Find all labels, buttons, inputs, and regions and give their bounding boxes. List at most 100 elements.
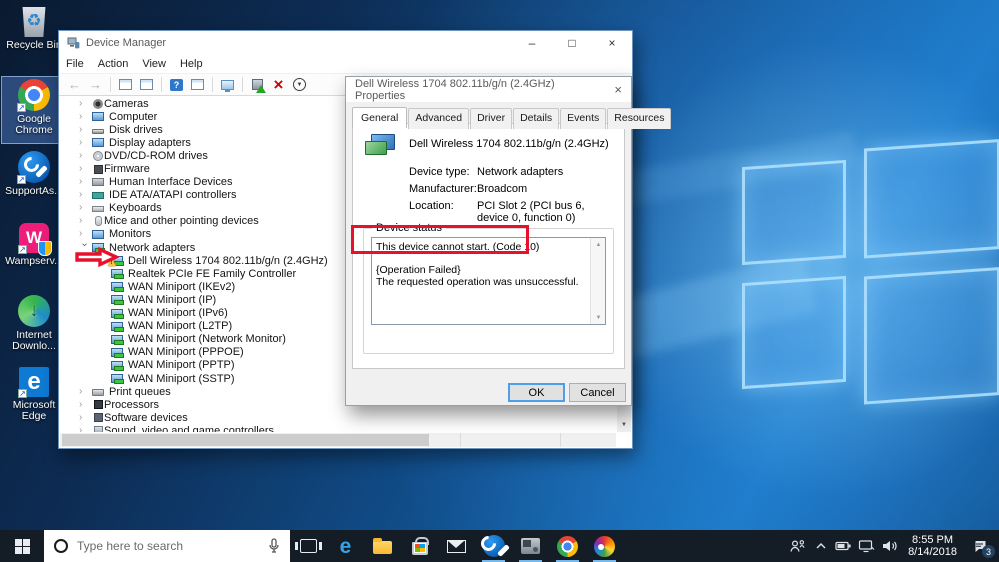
forward-toolbar-icon[interactable] — [87, 76, 104, 93]
chevron-collapsed-icon[interactable]: › — [79, 164, 92, 174]
tab-resources[interactable]: Resources — [607, 108, 672, 129]
desktop-icon-supportas[interactable]: ↗ SupportAs... — [2, 149, 66, 215]
dvd-device-icon — [93, 150, 103, 161]
menu-item-action[interactable]: Action — [98, 56, 137, 72]
chevron-collapsed-icon[interactable]: › — [79, 425, 92, 432]
title-bar[interactable]: Device Manager – □ × — [59, 31, 632, 55]
shortcut-arrow-icon: ↗ — [18, 389, 27, 398]
chevron-collapsed-icon[interactable]: › — [79, 229, 92, 239]
chevron-collapsed-icon[interactable]: › — [79, 216, 92, 226]
scroll-down-icon[interactable]: ▼ — [591, 311, 606, 324]
chevron-collapsed-icon[interactable]: › — [79, 412, 92, 423]
taskbar-store-button[interactable] — [401, 530, 438, 562]
tab-details[interactable]: Details — [513, 108, 560, 129]
window-title: Device Manager — [86, 37, 167, 49]
taskbar-chrome-button[interactable] — [549, 530, 586, 562]
tree-item-label: Cameras — [104, 97, 149, 110]
taskbar-edge-button[interactable]: e — [327, 530, 364, 562]
taskbar-supportassist-button[interactable] — [475, 530, 512, 562]
chevron-collapsed-icon[interactable]: › — [79, 150, 92, 161]
desktop-icon-label: Microsoft Edge — [12, 399, 56, 422]
menu-bar: File Action View Help — [59, 55, 632, 73]
tab-advanced[interactable]: Advanced — [408, 108, 470, 129]
help-toolbar-icon[interactable] — [168, 76, 185, 93]
chevron-collapsed-icon[interactable]: › — [79, 203, 92, 213]
taskbar-task-view-button[interactable] — [290, 530, 327, 562]
tab-events[interactable]: Events — [560, 108, 607, 129]
uninstall-toolbar-icon[interactable] — [270, 76, 287, 93]
field-label: Device type: — [409, 166, 470, 178]
menu-item-help[interactable]: Help — [180, 56, 211, 72]
firmware-device-icon — [93, 164, 103, 174]
tab-driver[interactable]: Driver — [470, 108, 513, 129]
chevron-collapsed-icon[interactable]: › — [79, 399, 92, 410]
taskbar-mail-button[interactable] — [438, 530, 475, 562]
tree-item-software-devices[interactable]: › Software devices — [59, 411, 617, 424]
scan-toolbar-icon[interactable] — [219, 76, 236, 93]
tree-item-label: WAN Miniport (L2TP) — [128, 320, 233, 333]
desktop-icon-wampserv[interactable]: ↗Wampserv... — [2, 221, 66, 287]
toolbar-separator — [212, 77, 213, 92]
status-scrollbar[interactable]: ▲ ▼ — [590, 238, 605, 324]
net-device-icon — [111, 282, 124, 293]
maximize-button[interactable]: □ — [552, 31, 592, 55]
dialog-title-bar[interactable]: Dell Wireless 1704 802.11b/g/n (2.4GHz) … — [346, 77, 631, 102]
chevron-collapsed-icon[interactable]: › — [79, 177, 92, 187]
menu-item-view[interactable]: View — [142, 56, 174, 72]
chevron-collapsed-icon[interactable]: › — [79, 124, 92, 135]
microphone-icon[interactable] — [268, 538, 280, 554]
mouse-device-icon — [94, 216, 102, 227]
desktop-icon-label: Internet Downlo... — [12, 329, 56, 352]
volume-icon[interactable] — [878, 530, 901, 562]
supportassist-icon — [482, 535, 505, 557]
dialog-close-icon[interactable]: × — [604, 82, 622, 97]
chevron-collapsed-icon[interactable]: › — [79, 386, 92, 397]
battery-icon[interactable] — [832, 530, 855, 562]
shortcut-arrow-icon: ↗ — [17, 103, 26, 112]
net-device-icon — [111, 360, 124, 371]
action-center-button[interactable]: 3 — [964, 530, 996, 562]
network-icon[interactable] — [855, 530, 878, 562]
people-icon[interactable] — [786, 530, 809, 562]
console-toolbar-icon[interactable] — [117, 76, 134, 93]
cancel-button[interactable]: Cancel — [569, 383, 626, 402]
chevron-collapsed-icon[interactable]: › — [79, 190, 92, 200]
shortcut-arrow-icon: ↗ — [18, 245, 27, 254]
taskbar-device-manager-button[interactable] — [512, 530, 549, 562]
tab-general[interactable]: General — [352, 107, 408, 128]
desktop-icon-microsoft-edge[interactable]: ↗Microsoft Edge — [2, 365, 66, 431]
desktop-icon-internet-downlo[interactable]: Internet Downlo... — [2, 293, 66, 359]
desktop-icon-label: SupportAs... — [5, 185, 63, 197]
window-toolbar-icon[interactable] — [189, 76, 206, 93]
desktop-icon-recycle-bin[interactable]: Recycle Bin — [2, 5, 66, 71]
hid-device-icon — [92, 178, 104, 187]
taskbar-paint-button[interactable] — [586, 530, 623, 562]
minimize-button[interactable]: – — [512, 31, 552, 55]
tray-expand-chevron-icon[interactable] — [809, 530, 832, 562]
horizontal-scrollbar[interactable] — [60, 433, 616, 447]
taskbar-search[interactable]: Type here to search — [44, 530, 290, 562]
close-button[interactable]: × — [592, 31, 632, 55]
ok-button[interactable]: OK — [508, 383, 565, 402]
update-toolbar-icon[interactable] — [249, 76, 266, 93]
taskbar-file-explorer-button[interactable] — [364, 530, 401, 562]
chevron-collapsed-icon[interactable]: › — [79, 137, 92, 148]
scroll-down-icon[interactable]: ▼ — [617, 418, 631, 432]
tree-item-sound-video-and-game-controllers[interactable]: › Sound, video and game controllers — [59, 424, 617, 432]
tab-strip: General Advanced Driver Details Events Resour… — [346, 102, 672, 129]
disable-toolbar-icon[interactable] — [291, 76, 308, 93]
toolbar-separator — [242, 77, 243, 92]
screen-device-icon — [92, 229, 104, 239]
desktop-icon-google-chrome[interactable]: ↗ Google Chrome — [1, 76, 67, 144]
windows-start-icon — [14, 538, 30, 554]
chevron-collapsed-icon[interactable]: › — [79, 111, 92, 122]
start-button[interactable] — [0, 530, 44, 562]
menu-item-file[interactable]: File — [66, 56, 92, 72]
list-toolbar-icon[interactable] — [138, 76, 155, 93]
chevron-collapsed-icon[interactable]: › — [79, 98, 92, 109]
scrollbar-thumb[interactable] — [62, 434, 429, 446]
clock[interactable]: 8:55 PM 8/14/2018 — [901, 534, 964, 559]
scroll-up-icon[interactable]: ▲ — [591, 238, 606, 251]
back-toolbar-icon[interactable] — [66, 76, 83, 93]
screen-device-icon — [92, 112, 104, 122]
